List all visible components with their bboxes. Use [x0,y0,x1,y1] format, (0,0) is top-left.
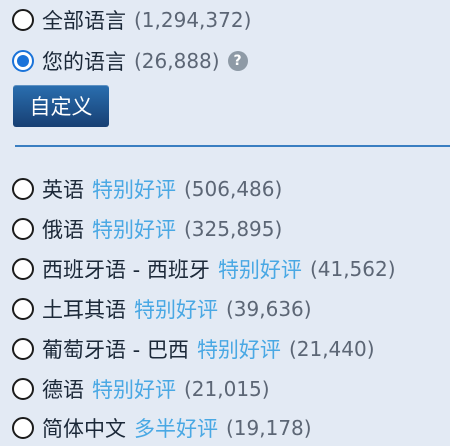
language-radio[interactable] [12,258,34,280]
review-summary-link[interactable]: 特别好评 [92,214,176,244]
language-name: 俄语 [42,218,84,242]
language-name: 葡萄牙语 - 巴西 [42,338,189,362]
filter-your-languages[interactable]: 您的语言 (26,888) ? [12,44,248,78]
review-count: (41,562) [309,257,396,281]
review-count: (21,440) [288,337,375,361]
language-row[interactable]: 葡萄牙语 - 巴西 特别好评 (21,440) [12,332,375,366]
review-summary-link[interactable]: 特别好评 [218,254,302,284]
radio-all-languages[interactable] [12,9,34,31]
language-row[interactable]: 简体中文 多半好评 (19,178) [12,411,312,445]
filter-label: 您的语言 [42,50,126,74]
language-name: 德语 [42,378,84,402]
review-count: (1,294,372) [134,8,252,32]
language-name: 西班牙语 - 西班牙 [42,258,210,282]
review-count: (19,178) [226,416,312,440]
language-filter-panel: 全部语言 (1,294,372) 您的语言 (26,888) ? 自定义 英语 … [0,0,450,446]
language-radio[interactable] [12,298,34,320]
filter-label: 全部语言 [42,9,126,33]
language-row[interactable]: 英语 特别好评 (506,486) [12,172,282,206]
review-summary-link[interactable]: 特别好评 [134,294,218,324]
language-name: 英语 [42,178,84,202]
review-summary-link[interactable]: 特别好评 [92,174,176,204]
language-row[interactable]: 土耳其语 特别好评 (39,636) [12,292,312,326]
review-count: (506,486) [184,177,283,201]
language-name: 土耳其语 [42,298,126,322]
language-radio[interactable] [12,218,34,240]
language-radio[interactable] [12,178,34,200]
review-count: (39,636) [226,297,312,321]
review-summary-link[interactable]: 多半好评 [134,413,218,443]
radio-your-languages[interactable] [12,50,34,72]
language-radio[interactable] [12,338,34,360]
help-icon[interactable]: ? [227,51,248,71]
language-row[interactable]: 西班牙语 - 西班牙 特别好评 (41,562) [12,252,396,286]
review-summary-link[interactable]: 特别好评 [197,334,281,364]
language-name: 简体中文 [42,417,126,441]
review-count: (325,895) [184,217,283,241]
review-count: (26,888) [134,49,220,73]
divider [15,145,450,147]
language-row[interactable]: 俄语 特别好评 (325,895) [12,212,282,246]
customize-button[interactable]: 自定义 [13,85,109,127]
review-count: (21,015) [184,377,270,401]
language-row[interactable]: 德语 特别好评 (21,015) [12,372,270,406]
language-radio[interactable] [12,378,34,400]
language-radio[interactable] [12,417,34,439]
filter-all-languages[interactable]: 全部语言 (1,294,372) [12,3,251,37]
review-summary-link[interactable]: 特别好评 [92,374,176,404]
